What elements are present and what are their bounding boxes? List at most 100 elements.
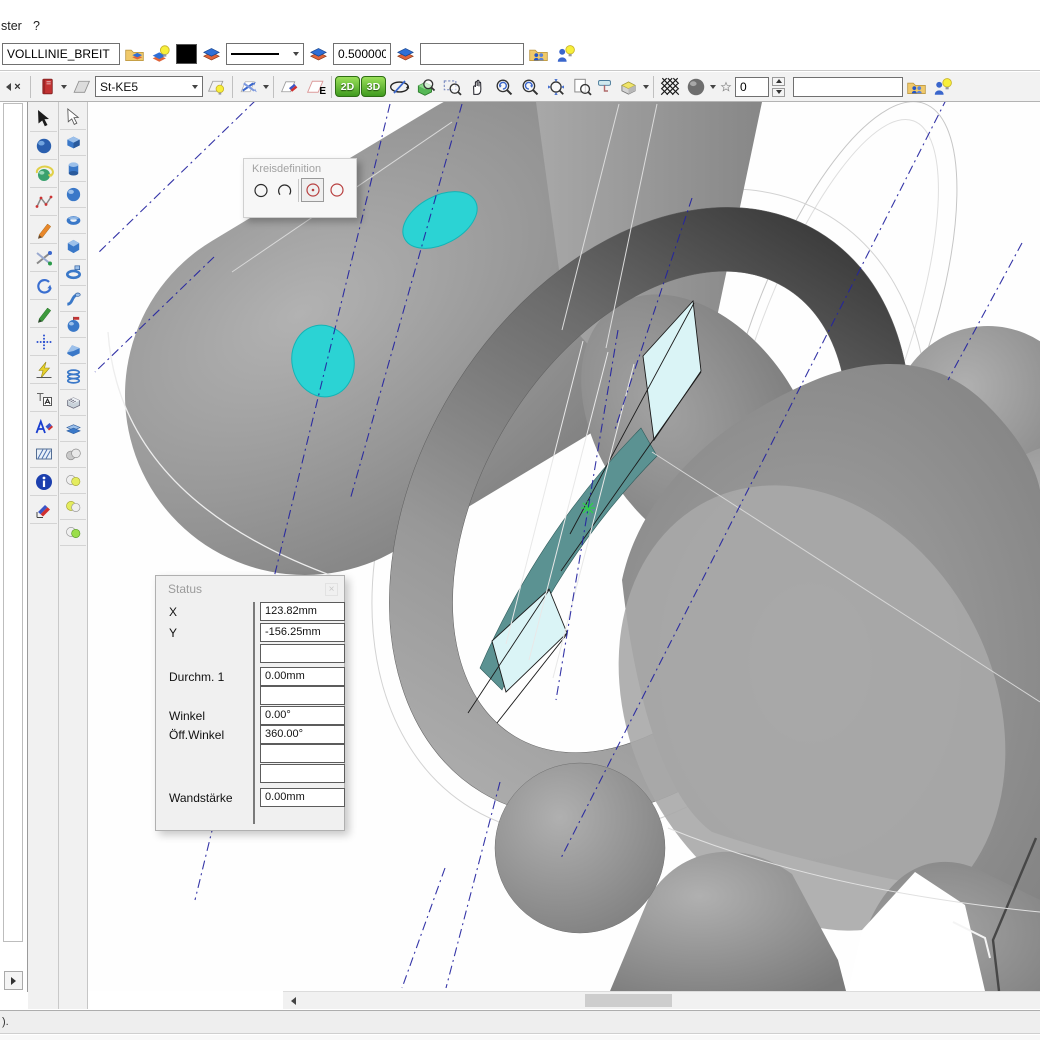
status-field-blank-2[interactable] [260, 686, 345, 705]
zoom-model-icon[interactable] [413, 75, 438, 99]
info-tool[interactable] [30, 468, 57, 496]
stepper-down-icon[interactable] [772, 88, 785, 97]
circle-radius-icon[interactable] [325, 178, 348, 202]
figure-hand-sphere[interactable] [495, 763, 665, 933]
scrollbar-thumb[interactable] [585, 994, 672, 1007]
viewport[interactable]: Kreisdefinition Status × X 123.82mm Y -1… [88, 102, 1040, 991]
part-book-icon[interactable] [34, 75, 59, 99]
chamfer-tool[interactable] [60, 338, 86, 364]
plane-e-icon[interactable]: E [303, 75, 328, 99]
hatch-pattern-icon[interactable] [657, 75, 682, 99]
box-solid-tool[interactable] [60, 130, 86, 156]
dock-collapse-icon[interactable] [6, 83, 11, 91]
dimension-tool[interactable] [30, 356, 57, 384]
redraw-icon[interactable] [595, 75, 615, 99]
select-cursor-tool[interactable] [30, 104, 57, 132]
viewport-canvas[interactable] [88, 102, 1040, 991]
zoom-next-icon[interactable] [517, 75, 542, 99]
zoom-factor-input[interactable] [735, 77, 769, 97]
sphere-solid-tool[interactable] [60, 182, 86, 208]
close-icon[interactable]: × [325, 583, 338, 596]
rotate-tool[interactable] [30, 272, 57, 300]
status-field-blank-1[interactable] [260, 644, 345, 663]
prism-solid-tool[interactable] [60, 234, 86, 260]
plane-arrows-icon[interactable] [236, 75, 261, 99]
menu-item-fenster[interactable]: ster [1, 19, 22, 33]
plane-eraser-icon[interactable] [277, 75, 302, 99]
line-style-select[interactable] [226, 43, 304, 65]
status-field-winkel[interactable]: 0.00° [260, 706, 345, 725]
plane-icon[interactable] [69, 75, 94, 99]
apply-width-layers-icon[interactable] [393, 42, 418, 66]
zoom-sheet-icon[interactable] [569, 75, 594, 99]
pan-hand-icon[interactable] [465, 75, 490, 99]
line-width-input[interactable] [333, 43, 391, 65]
status-field-blank-4[interactable] [260, 764, 345, 783]
zoom-previous-icon[interactable] [491, 75, 516, 99]
subtract-boolean-tool[interactable] [60, 468, 86, 494]
person-bulb-icon[interactable] [930, 75, 955, 99]
group-folder-icon[interactable] [526, 42, 551, 66]
label-tool[interactable] [30, 384, 57, 412]
text-tool[interactable] [30, 412, 57, 440]
plane-arrows-dropdown-icon[interactable] [263, 85, 269, 89]
status-field-y[interactable]: -156.25mm [260, 623, 345, 642]
delete-tool[interactable] [30, 496, 57, 524]
horizontal-scrollbar[interactable] [283, 991, 1040, 1009]
sphere-tool[interactable] [30, 132, 57, 160]
circle-full-icon[interactable] [249, 178, 272, 202]
status-field-oeffwinkel[interactable]: 360.00° [260, 725, 345, 744]
intersect-boolean-tool[interactable] [60, 494, 86, 520]
rotate-3d-icon[interactable] [387, 75, 412, 99]
hatch-tool[interactable] [30, 440, 57, 468]
star-icon[interactable] [718, 75, 734, 99]
view-cube-icon[interactable] [616, 75, 641, 99]
person-bulb-icon[interactable] [553, 42, 578, 66]
status-field-wandstaerke[interactable]: 0.00mm [260, 788, 345, 807]
line-color-swatch[interactable] [176, 44, 197, 64]
plane-bulb-icon[interactable] [204, 75, 229, 99]
render-dropdown-icon[interactable] [710, 85, 716, 89]
cylinder-solid-tool[interactable] [60, 156, 86, 182]
group-folder-icon[interactable] [904, 75, 929, 99]
view-3d-button[interactable]: 3D [361, 76, 386, 97]
view-cube-dropdown-icon[interactable] [643, 85, 649, 89]
apply-style-layers-icon[interactable] [306, 42, 331, 66]
orbit-tool[interactable] [30, 160, 57, 188]
linetype-highlight-icon[interactable] [149, 42, 174, 66]
coil-tool[interactable] [60, 364, 86, 390]
draw-pencil-tool[interactable] [30, 216, 57, 244]
status-field-durchmesser[interactable]: 0.00mm [260, 667, 345, 686]
edit-pencil-tool[interactable] [30, 300, 57, 328]
status-field-x[interactable]: 123.82mm [260, 602, 345, 621]
panel-expand-button[interactable] [4, 971, 23, 990]
dock-close-icon[interactable]: × [14, 82, 20, 92]
stepper-up-icon[interactable] [772, 77, 785, 86]
layer-select[interactable]: St-KE5 [95, 76, 203, 97]
linetype-input[interactable] [2, 43, 120, 65]
linetype-folder-icon[interactable] [122, 42, 147, 66]
circle-arc-icon[interactable] [273, 178, 296, 202]
zoom-window-icon[interactable] [439, 75, 464, 99]
sweep-tool[interactable] [60, 286, 86, 312]
menu-item-help[interactable]: ? [33, 19, 40, 33]
torus-solid-tool[interactable] [60, 208, 86, 234]
status-field-blank-3[interactable] [260, 744, 345, 763]
extrude-tool[interactable] [60, 260, 86, 286]
line-aux-input[interactable] [420, 43, 524, 65]
apply-color-layers-icon[interactable] [199, 42, 224, 66]
revolve-tool[interactable] [60, 312, 86, 338]
circle-center-point-icon[interactable] [301, 178, 324, 202]
polyline-tool[interactable] [30, 188, 57, 216]
difference-boolean-tool[interactable] [60, 520, 86, 546]
section-box-tool[interactable] [60, 390, 86, 416]
snap-tool[interactable] [30, 244, 57, 272]
point-tool[interactable] [30, 328, 57, 356]
book-dropdown-icon[interactable] [61, 85, 67, 89]
view-aux-input[interactable] [793, 77, 903, 97]
view-2d-button[interactable]: 2D [335, 76, 360, 97]
union-boolean-tool[interactable] [60, 442, 86, 468]
slab-tool[interactable] [60, 416, 86, 442]
render-sphere-icon[interactable] [683, 75, 708, 99]
zoom-all-icon[interactable] [543, 75, 568, 99]
